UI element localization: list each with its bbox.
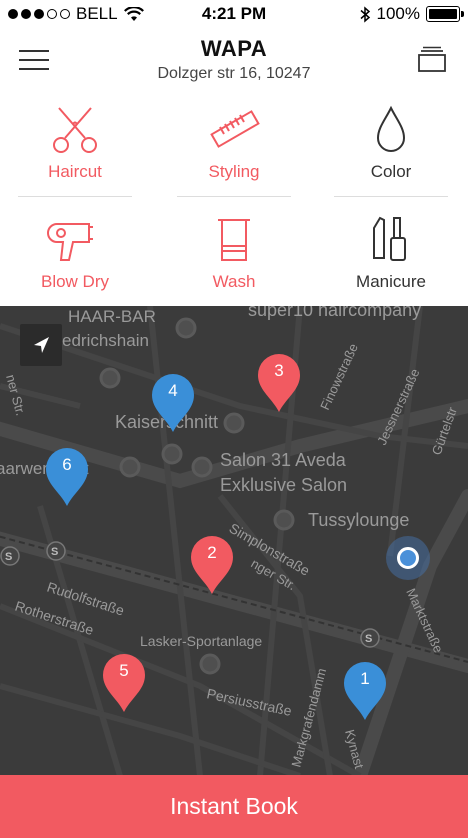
salon-address: Dolzger str 16, 10247	[157, 65, 311, 82]
map-pin-1[interactable]: 1	[342, 660, 388, 722]
service-label: Haircut	[48, 162, 102, 181]
service-haircut[interactable]: Haircut	[18, 104, 132, 182]
instant-book-button[interactable]: Instant Book	[0, 775, 468, 838]
status-bar: BELL 4:21 PM 100%	[0, 0, 468, 28]
salon-title: WAPA	[200, 36, 268, 61]
service-label: Manicure	[356, 272, 426, 291]
service-blow-dry[interactable]: Blow Dry	[18, 214, 132, 292]
towel-icon	[218, 219, 250, 261]
app-header: WAPA Dolzger str 16, 10247	[0, 28, 468, 90]
map-pin-5[interactable]: 5	[101, 652, 147, 714]
map-label: edrichshain	[62, 331, 149, 350]
battery-icon	[426, 6, 464, 22]
map-label: super10 haircompany	[248, 306, 421, 320]
service-color[interactable]: Color	[334, 104, 448, 182]
map-label: Exklusive Salon	[220, 475, 347, 495]
service-label: Blow Dry	[40, 272, 109, 291]
map-pin-2[interactable]: 2	[189, 534, 235, 596]
current-location-marker[interactable]	[386, 536, 430, 580]
scissors-icon	[53, 107, 97, 153]
service-wash[interactable]: Wash	[177, 214, 291, 292]
bluetooth-icon	[360, 5, 370, 23]
service-styling[interactable]: Styling	[177, 104, 291, 182]
locate-me-button[interactable]	[20, 324, 62, 366]
map-label: Tussylounge	[308, 510, 409, 530]
comb-icon	[210, 110, 260, 148]
cards-view-icon[interactable]	[416, 46, 448, 74]
nail-polish-icon	[373, 216, 406, 261]
divider	[334, 196, 448, 197]
service-label: Wash	[212, 272, 256, 291]
map-label: HAAR-BAR	[68, 307, 156, 326]
map-view[interactable]: S S S HAAR-BAR edrichshain super10 hairc…	[0, 306, 468, 776]
svg-text:S: S	[5, 551, 12, 563]
battery-percent: 100%	[376, 4, 420, 23]
map-label: Kynast	[342, 728, 367, 771]
map-pin-6[interactable]: 6	[44, 446, 90, 508]
services-grid: Haircut Styling Color Blow Dry Wash Mani…	[0, 96, 468, 306]
map-label: Lasker-Sportanlage	[140, 633, 262, 649]
service-manicure[interactable]: Manicure	[334, 214, 448, 292]
map-pin-3[interactable]: 3	[256, 352, 302, 414]
divider	[177, 196, 291, 197]
map-pin-4[interactable]: 4	[150, 372, 196, 434]
svg-text:S: S	[365, 633, 372, 645]
location-arrow-icon	[34, 337, 49, 353]
divider	[18, 196, 132, 197]
drop-icon	[376, 105, 406, 152]
hairdryer-icon	[47, 223, 93, 261]
service-label: Styling	[208, 162, 260, 181]
map-label: Finowstraße	[317, 341, 361, 412]
service-label: Color	[370, 162, 412, 181]
map-label: Salon 31 Aveda	[220, 450, 347, 470]
svg-text:S: S	[51, 546, 58, 558]
